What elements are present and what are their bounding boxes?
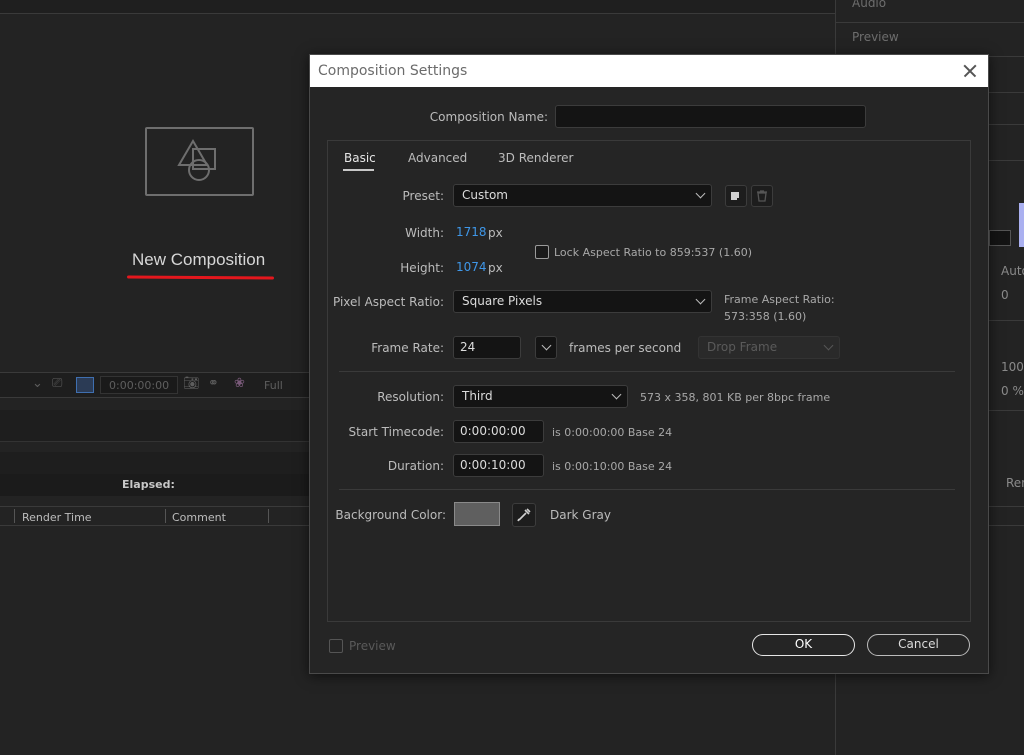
camera-icon[interactable]: 📷︎: [183, 376, 200, 391]
timeline-strip: [0, 410, 310, 442]
resolution-dropdown[interactable]: Full: [264, 379, 283, 392]
composition-name-label: Composition Name:: [429, 110, 548, 124]
start-timecode-info: is 0:00:00:00 Base 24: [552, 426, 673, 439]
eyedropper-icon: [517, 508, 531, 522]
panel-item-audio[interactable]: Audio: [852, 0, 886, 10]
annotation-underline: [126, 275, 275, 280]
chevron-down-icon: [695, 294, 706, 305]
column-separator: [268, 509, 269, 523]
width-label: Width:: [405, 226, 444, 240]
preview-checkbox: [329, 639, 343, 653]
chevron-down-icon: [823, 340, 834, 351]
lock-aspect-checkbox[interactable]: [535, 245, 549, 259]
height-unit: px: [488, 261, 503, 275]
delete-preset-button[interactable]: [751, 185, 773, 207]
render-button[interactable]: Ren: [1006, 476, 1024, 490]
duration-info: is 0:00:10:00 Base 24: [552, 460, 673, 473]
timecode-field[interactable]: 0:00:00:00: [100, 376, 178, 394]
chevron-down-icon[interactable]: ⌄: [32, 376, 43, 391]
chevron-down-icon: [695, 188, 706, 199]
save-preset-icon: [731, 192, 741, 202]
column-render-time[interactable]: Render Time: [22, 511, 92, 524]
resolution-dropdown[interactable]: Third: [453, 385, 628, 408]
tab-advanced[interactable]: Advanced: [408, 151, 467, 165]
resolution-label: Resolution:: [377, 390, 444, 404]
link-icon[interactable]: ⚭: [208, 376, 219, 391]
height-label: Height:: [400, 261, 444, 275]
width-unit: px: [488, 226, 503, 240]
trash-icon: [757, 190, 767, 202]
tab-3d-renderer[interactable]: 3D Renderer: [498, 151, 573, 165]
frame-rate-unit: frames per second: [569, 341, 682, 355]
panel-divider: [836, 22, 1024, 23]
start-timecode-input[interactable]: 0:00:00:00: [453, 420, 544, 443]
duration-label: Duration:: [387, 459, 444, 473]
panel-value-auto: Auto: [1001, 264, 1024, 278]
frame-rate-label: Frame Rate:: [371, 341, 444, 355]
frame-aspect-label: Frame Aspect Ratio:: [724, 293, 835, 306]
channels-icon[interactable]: ❀: [234, 376, 245, 391]
chevron-down-icon: [611, 389, 622, 400]
frame-aspect-value: 573:358 (1.60): [724, 310, 807, 323]
section-divider: [339, 489, 955, 490]
preset-dropdown[interactable]: Custom: [453, 184, 712, 207]
new-composition-link[interactable]: New Composition: [132, 250, 265, 270]
stroke-swatch[interactable]: [989, 230, 1011, 246]
ok-button[interactable]: OK: [752, 634, 855, 656]
color-preview-swatch[interactable]: [1019, 203, 1024, 247]
height-value[interactable]: 1074: [456, 260, 487, 274]
composition-name-input[interactable]: [555, 105, 866, 128]
region-of-interest-icon[interactable]: [76, 377, 94, 393]
column-comment[interactable]: Comment: [172, 511, 226, 524]
width-value[interactable]: 1718: [456, 225, 487, 239]
background-color-name: Dark Gray: [550, 508, 611, 522]
column-separator: [14, 509, 15, 523]
timeline-strip: [0, 452, 310, 474]
preview-label: Preview: [349, 639, 396, 653]
elapsed-label: Elapsed:: [122, 478, 175, 491]
composition-placeholder-icon[interactable]: [145, 127, 254, 196]
resolution-info: 573 x 358, 801 KB per 8bpc frame: [640, 391, 831, 404]
drop-frame-dropdown: Drop Frame: [698, 336, 840, 359]
viewer-toolbar: ⌄ ⎚ 0:00:00:00 📷︎ ⚭ ❀ Full: [0, 372, 310, 398]
settings-panel: Basic Advanced 3D Renderer Preset: Custo…: [327, 140, 971, 622]
frame-rate-dropdown[interactable]: [535, 336, 557, 359]
pixel-aspect-label: Pixel Aspect Ratio:: [333, 295, 444, 309]
panel-value-100: 100: [1001, 360, 1024, 374]
eyedropper-button[interactable]: [512, 503, 536, 527]
chevron-down-icon: [541, 340, 552, 351]
composition-settings-dialog: Composition Settings Composition Name: B…: [309, 54, 989, 674]
panel-item-preview[interactable]: Preview: [852, 30, 899, 44]
frame-rate-input[interactable]: 24: [453, 336, 521, 359]
dialog-title: Composition Settings: [318, 63, 468, 79]
preset-label: Preset:: [402, 189, 444, 203]
panel-value-percent: 0 %: [1001, 384, 1024, 398]
column-separator: [165, 509, 166, 523]
dialog-titlebar[interactable]: Composition Settings: [310, 55, 988, 87]
background-color-swatch[interactable]: [454, 502, 500, 526]
cancel-button[interactable]: Cancel: [867, 634, 970, 656]
duration-input[interactable]: 0:00:10:00: [453, 454, 544, 477]
section-divider: [339, 371, 955, 372]
lock-aspect-label: Lock Aspect Ratio to 859:537 (1.60): [554, 246, 752, 259]
start-timecode-label: Start Timecode:: [348, 425, 444, 439]
active-tab-indicator: [343, 169, 374, 171]
close-icon[interactable]: [958, 59, 982, 83]
background-color-label: Background Color:: [335, 508, 446, 522]
tab-basic[interactable]: Basic: [344, 151, 376, 165]
pixel-aspect-dropdown[interactable]: Square Pixels: [453, 290, 712, 313]
save-preset-button[interactable]: [725, 185, 747, 207]
panel-value-zero: 0: [1001, 288, 1009, 302]
monitor-icon[interactable]: ⎚: [52, 376, 62, 391]
top-bar: [0, 0, 835, 14]
